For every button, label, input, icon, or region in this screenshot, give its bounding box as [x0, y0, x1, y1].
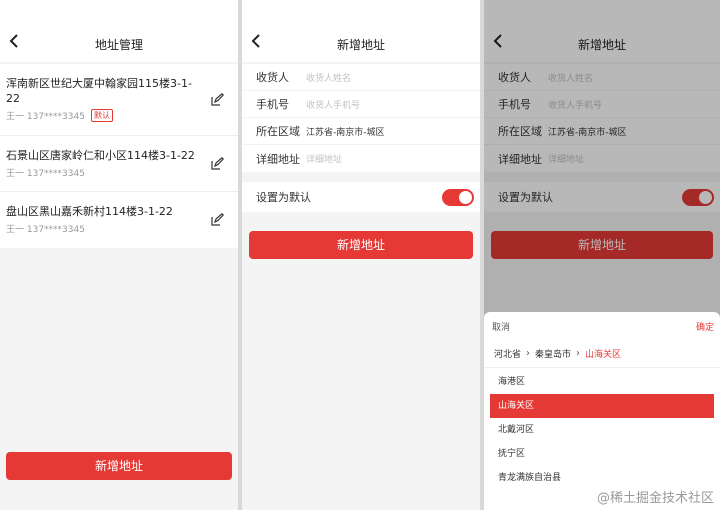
receiver-row: 收货人 收货人姓名	[242, 64, 480, 91]
address-item[interactable]: 石景山区唐家岭仁和小区114楼3-1-22 王一 137****3345	[0, 136, 238, 192]
watermark: @稀土掘金技术社区	[596, 491, 714, 506]
detail-input[interactable]: 详细地址	[306, 152, 342, 165]
submit-address-button[interactable]: 新增地址	[249, 231, 473, 259]
default-label: 设置为默认	[256, 191, 311, 204]
region-value[interactable]: 江苏省-南京市-城区	[306, 125, 385, 138]
address-item[interactable]: 浑南新区世纪大厦中翰家园115楼3-1-22 王一 137****3345 默认	[0, 64, 238, 136]
chevron-right-icon: ›	[526, 348, 531, 359]
detail-row: 详细地址 详细地址	[242, 145, 480, 172]
crumb-city[interactable]: 秦皇岛市	[535, 347, 571, 360]
default-toggle[interactable]	[442, 189, 474, 206]
edit-icon[interactable]	[210, 93, 224, 107]
phone-label: 手机号	[256, 98, 289, 111]
chevron-right-icon: ›	[576, 348, 581, 359]
region-option[interactable]: 抚宁区	[490, 442, 714, 466]
region-option[interactable]: 北戴河区	[490, 418, 714, 442]
region-breadcrumb: 河北省 › 秦皇岛市 › 山海关区	[484, 340, 720, 368]
receiver-input[interactable]: 收货人姓名	[306, 71, 351, 84]
picker-header: 取消 确定	[484, 312, 720, 340]
address-list: 浑南新区世纪大厦中翰家园115楼3-1-22 王一 137****3345 默认…	[0, 64, 238, 248]
region-row[interactable]: 所在区域 江苏省-南京市-城区	[242, 118, 480, 145]
address-line: 石景山区唐家岭仁和小区114楼3-1-22	[6, 149, 195, 162]
crumb-province[interactable]: 河北省	[494, 347, 521, 360]
nav-bar: 新增地址	[242, 0, 480, 62]
detail-label: 详细地址	[256, 152, 300, 166]
region-picker-screen: 新增地址 收货人 收货人姓名 手机号 收货人手机号 所在区域 江苏省-南京市-城…	[484, 0, 720, 510]
address-item[interactable]: 盘山区黑山嘉禾新村114楼3-1-22 王一 137****3345	[0, 192, 238, 248]
region-picker-sheet: 取消 确定 河北省 › 秦皇岛市 › 山海关区 海港区 山海关区 北戴河区 抚宁…	[484, 312, 720, 510]
region-option[interactable]: 海港区	[490, 370, 714, 394]
phone-input[interactable]: 收货人手机号	[306, 98, 360, 111]
page-title: 地址管理	[94, 38, 143, 52]
receiver-label: 收货人	[256, 71, 289, 84]
default-badge: 默认	[90, 109, 113, 122]
add-address-button[interactable]: 新增地址	[6, 452, 232, 480]
region-label: 所在区域	[256, 125, 300, 138]
address-line: 浑南新区世纪大厦中翰家园115楼3-1-22	[6, 77, 192, 105]
phone-row: 手机号 收货人手机号	[242, 91, 480, 118]
address-contact: 王一 137****3345	[6, 112, 85, 122]
region-options: 海港区 山海关区 北戴河区 抚宁区 青龙满族自治县	[484, 368, 720, 490]
cancel-button[interactable]: 取消	[492, 320, 510, 333]
edit-icon[interactable]	[210, 213, 224, 227]
toggle-knob	[459, 191, 472, 204]
crumb-district[interactable]: 山海关区	[585, 347, 621, 360]
confirm-button[interactable]: 确定	[696, 320, 714, 333]
new-address-screen: 新增地址 收货人 收货人姓名 手机号 收货人手机号 所在区域 江苏省-南京市-城…	[242, 0, 480, 510]
address-contact: 王一 137****3345	[6, 169, 85, 179]
address-line: 盘山区黑山嘉禾新村114楼3-1-22	[6, 205, 173, 218]
address-management-screen: 地址管理 浑南新区世纪大厦中翰家园115楼3-1-22 王一 137****33…	[0, 0, 238, 510]
address-form: 收货人 收货人姓名 手机号 收货人手机号 所在区域 江苏省-南京市-城区 详细地…	[242, 64, 480, 172]
default-row: 设置为默认	[242, 182, 480, 212]
page-title: 新增地址	[336, 38, 385, 52]
address-contact: 王一 137****3345	[6, 225, 85, 235]
nav-bar: 地址管理	[0, 0, 238, 62]
region-option-selected[interactable]: 山海关区	[490, 394, 714, 418]
edit-icon[interactable]	[210, 157, 224, 171]
